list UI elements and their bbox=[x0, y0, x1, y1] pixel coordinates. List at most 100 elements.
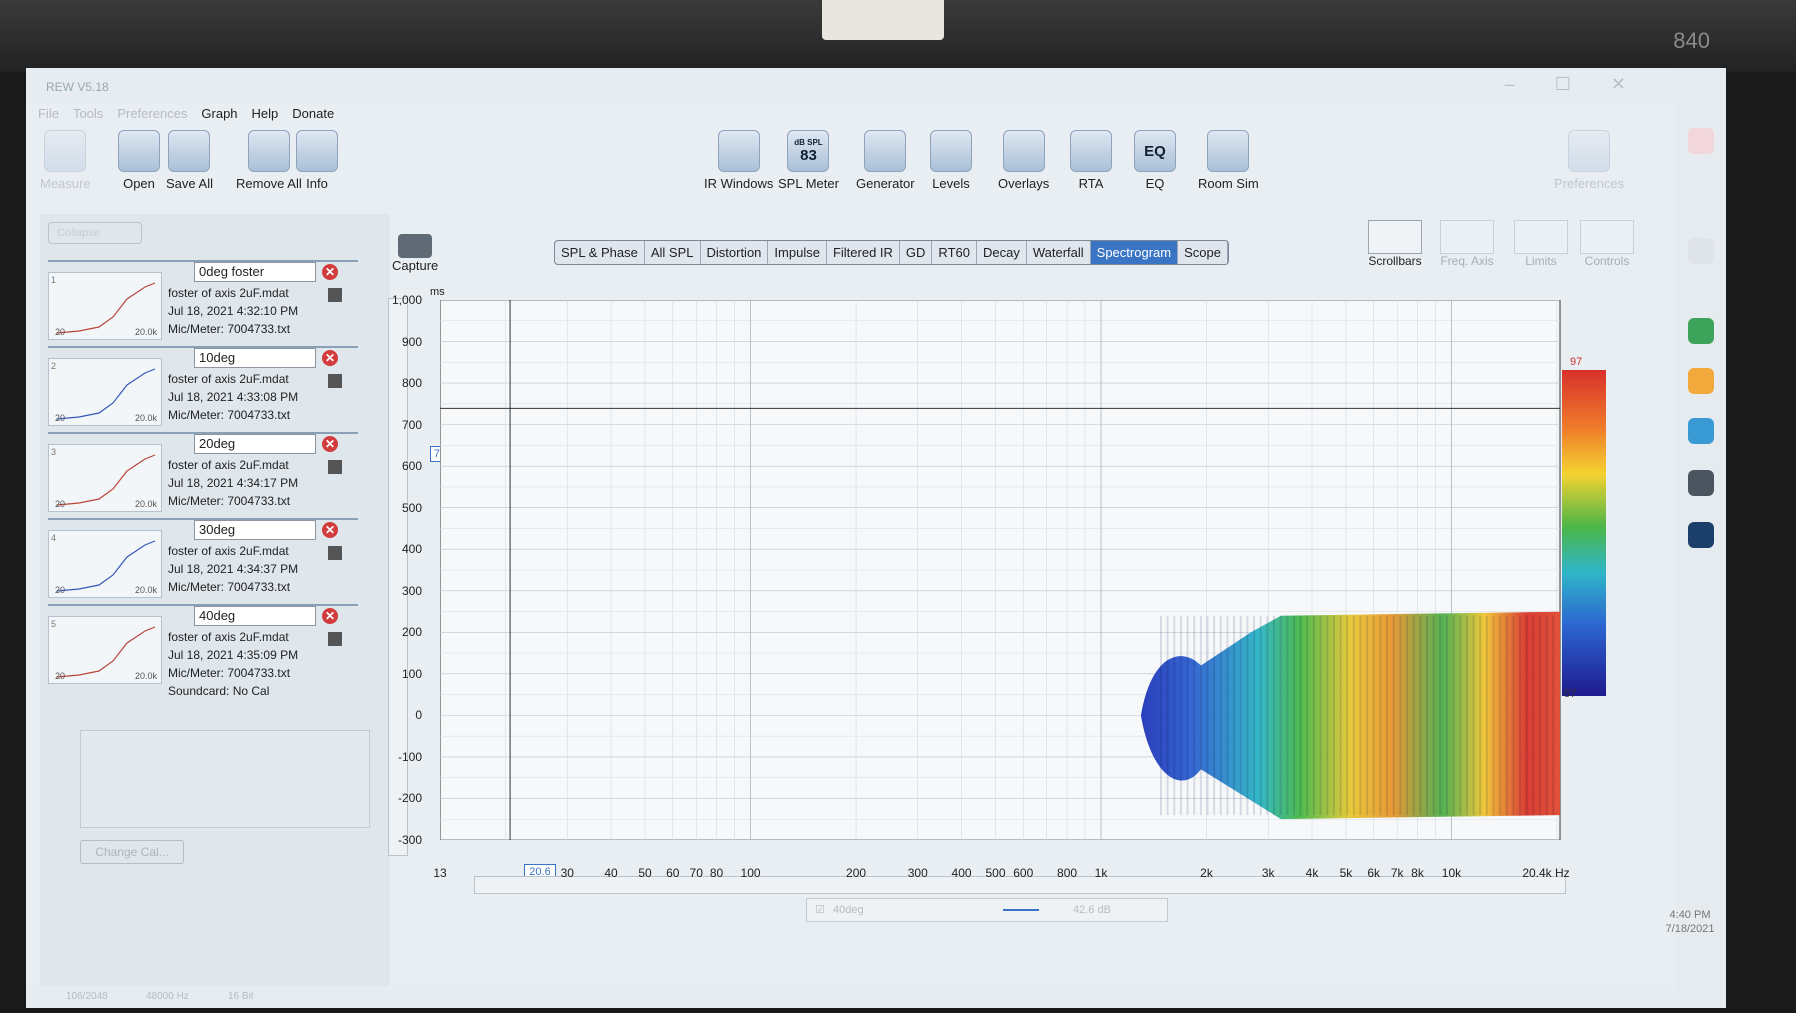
toolbar-badge: 83 bbox=[800, 147, 817, 164]
tab-spectrogram[interactable]: Spectrogram bbox=[1090, 241, 1179, 264]
scrollbars-button[interactable]: Scrollbars bbox=[1368, 220, 1422, 268]
freq-axis-button[interactable]: Freq. Axis bbox=[1440, 220, 1494, 268]
app-icon[interactable] bbox=[1688, 128, 1714, 154]
menu-item-file[interactable]: File bbox=[38, 106, 59, 126]
measurement-settings-icon[interactable] bbox=[328, 632, 342, 646]
spectrogram-plot[interactable] bbox=[439, 299, 1564, 862]
measurement-thumbnail[interactable]: 3 20 20.0k bbox=[48, 444, 162, 512]
measurement-item[interactable]: 5 20 20.0k 40deg ✕ foster of axis 2uF.mdat Jul… bbox=[48, 604, 358, 698]
close-icon[interactable]: ✕ bbox=[1611, 74, 1626, 95]
app-window: REW V5.18 – ☐ ✕ File Tools Preferences Grap… bbox=[26, 68, 1726, 1008]
measurement-name-input[interactable]: 20deg bbox=[194, 434, 316, 454]
measurement-name-input[interactable]: 40deg bbox=[194, 606, 316, 626]
toolbar-label: Remove All bbox=[236, 176, 302, 191]
browser-icon[interactable] bbox=[1688, 318, 1714, 344]
color-scale-min: 57 bbox=[1564, 688, 1577, 700]
tab-filtered-ir[interactable]: Filtered IR bbox=[827, 241, 900, 264]
measurement-item[interactable]: 2 20 20.0k 10deg ✕ foster of axis 2uF.mdat Jul… bbox=[48, 346, 358, 430]
new-icon[interactable] bbox=[1688, 522, 1714, 548]
spectrogram-graph[interactable] bbox=[439, 299, 1564, 862]
save-all-button[interactable]: Save All bbox=[166, 130, 213, 191]
delete-measurement-icon[interactable]: ✕ bbox=[322, 436, 338, 452]
measurement-thumbnail[interactable]: 2 20 20.0k bbox=[48, 358, 162, 426]
rta-button[interactable]: RTA bbox=[1070, 130, 1112, 191]
delete-measurement-icon[interactable]: ✕ bbox=[322, 522, 338, 538]
measure-button[interactable]: Measure bbox=[40, 130, 91, 191]
menu-item-help[interactable]: Help bbox=[252, 106, 279, 126]
tab-impulse[interactable]: Impulse bbox=[768, 241, 827, 264]
tab-gd[interactable]: GD bbox=[900, 241, 933, 264]
open-button[interactable]: Open bbox=[118, 130, 160, 191]
measurement-item[interactable]: 4 20 20.0k 30deg ✕ foster of axis 2uF.mdat Jul… bbox=[48, 518, 358, 602]
controls-button[interactable]: Controls bbox=[1580, 220, 1634, 268]
change-cal-button[interactable]: Change Cal... bbox=[80, 840, 184, 864]
measurement-settings-icon[interactable] bbox=[328, 460, 342, 474]
menu-item-graph[interactable]: Graph bbox=[201, 106, 237, 126]
tab-scope[interactable]: Scope bbox=[1178, 241, 1228, 264]
tab-decay[interactable]: Decay bbox=[977, 241, 1027, 264]
camera-icon bbox=[398, 234, 433, 258]
measurement-thumbnail[interactable]: 5 20 20.0k bbox=[48, 616, 162, 684]
info-button[interactable]: Info bbox=[296, 130, 338, 191]
tab-spl-phase[interactable]: SPL & Phase bbox=[555, 241, 645, 264]
window-title: REW V5.18 bbox=[46, 80, 109, 94]
spl-meter-button[interactable]: dB SPL 83 SPL Meter bbox=[778, 130, 839, 191]
x-tick-label: 5k bbox=[1339, 866, 1353, 880]
tab-waterfall[interactable]: Waterfall bbox=[1027, 241, 1091, 264]
measurement-name-input[interactable]: 0deg foster bbox=[194, 262, 316, 282]
measurement-item[interactable]: 1 20 20.0k 0deg foster ✕ foster of axis 2uF.m… bbox=[48, 260, 358, 344]
overlays-button[interactable]: Overlays bbox=[998, 130, 1049, 191]
measurement-index: 4 bbox=[51, 533, 57, 543]
tab-distortion[interactable]: Distortion bbox=[701, 241, 769, 264]
measurement-settings-icon[interactable] bbox=[328, 288, 342, 302]
ir-windows-button[interactable]: IR Windows bbox=[704, 130, 773, 191]
generator-button[interactable]: Generator bbox=[856, 130, 915, 191]
toolbar-label: Save All bbox=[166, 176, 213, 191]
measurement-index: 3 bbox=[51, 447, 57, 457]
levels-button[interactable]: Levels bbox=[930, 130, 972, 191]
collapse-button[interactable]: Collapse bbox=[48, 222, 142, 244]
delete-measurement-icon[interactable]: ✕ bbox=[322, 264, 338, 280]
limits-button[interactable]: Limits bbox=[1514, 220, 1568, 268]
measurement-index: 2 bbox=[51, 361, 57, 371]
capture-label: Capture bbox=[392, 258, 439, 273]
capture-button[interactable]: Capture bbox=[392, 234, 438, 273]
menu-item-preferences[interactable]: Preferences bbox=[117, 106, 187, 126]
x-tick-label: 40 bbox=[604, 866, 618, 880]
y-tick-label: 800 bbox=[401, 376, 422, 391]
preferences-button[interactable]: Preferences bbox=[1554, 130, 1624, 191]
y-tick-label: 900 bbox=[401, 334, 422, 349]
minimize-icon[interactable]: – bbox=[1505, 74, 1515, 95]
room-sim-button[interactable]: Room Sim bbox=[1198, 130, 1259, 191]
measurement-thumbnail[interactable]: 1 20 20.0k bbox=[48, 272, 162, 340]
edge-icon[interactable] bbox=[1688, 418, 1714, 444]
thumb-xmin: 20 bbox=[55, 585, 66, 595]
tab-rt60[interactable]: RT60 bbox=[932, 241, 977, 264]
toolbar-label: Open bbox=[123, 176, 155, 191]
folder-icon[interactable] bbox=[1688, 368, 1714, 394]
measurement-item[interactable]: 3 20 20.0k 20deg ✕ foster of axis 2uF.mdat Jul… bbox=[48, 432, 358, 516]
tab-all-spl[interactable]: All SPL bbox=[645, 241, 701, 264]
measurement-settings-icon[interactable] bbox=[328, 546, 342, 560]
measurement-file: foster of axis 2uF.mdat bbox=[168, 544, 289, 558]
measurement-name-input[interactable]: 30deg bbox=[194, 520, 316, 540]
measurement-thumbnail[interactable]: 4 20 20.0k bbox=[48, 530, 162, 598]
spl-badge-top: dB SPL bbox=[794, 138, 823, 147]
remove-all-button[interactable]: Remove All bbox=[236, 130, 302, 191]
menu-item-donate[interactable]: Donate bbox=[292, 106, 334, 126]
menu-item-tools[interactable]: Tools bbox=[73, 106, 103, 126]
x-tick-label: 2k bbox=[1200, 866, 1213, 880]
x-tick-label: 500 bbox=[985, 866, 1006, 880]
maximize-icon[interactable]: ☐ bbox=[1555, 74, 1571, 95]
measurement-settings-icon[interactable] bbox=[328, 374, 342, 388]
eq-button[interactable]: EQ EQ bbox=[1134, 130, 1176, 191]
thumb-xmin: 20 bbox=[55, 327, 66, 337]
delete-measurement-icon[interactable]: ✕ bbox=[322, 608, 338, 624]
tool-label: Controls bbox=[1584, 254, 1630, 268]
app-icon[interactable] bbox=[1688, 238, 1714, 264]
delete-measurement-icon[interactable]: ✕ bbox=[322, 350, 338, 366]
y-tick-label: 600 bbox=[401, 459, 422, 474]
legend-checkbox[interactable]: ☑ bbox=[815, 903, 825, 916]
rew-icon[interactable] bbox=[1688, 470, 1714, 496]
measurement-name-input[interactable]: 10deg bbox=[194, 348, 316, 368]
